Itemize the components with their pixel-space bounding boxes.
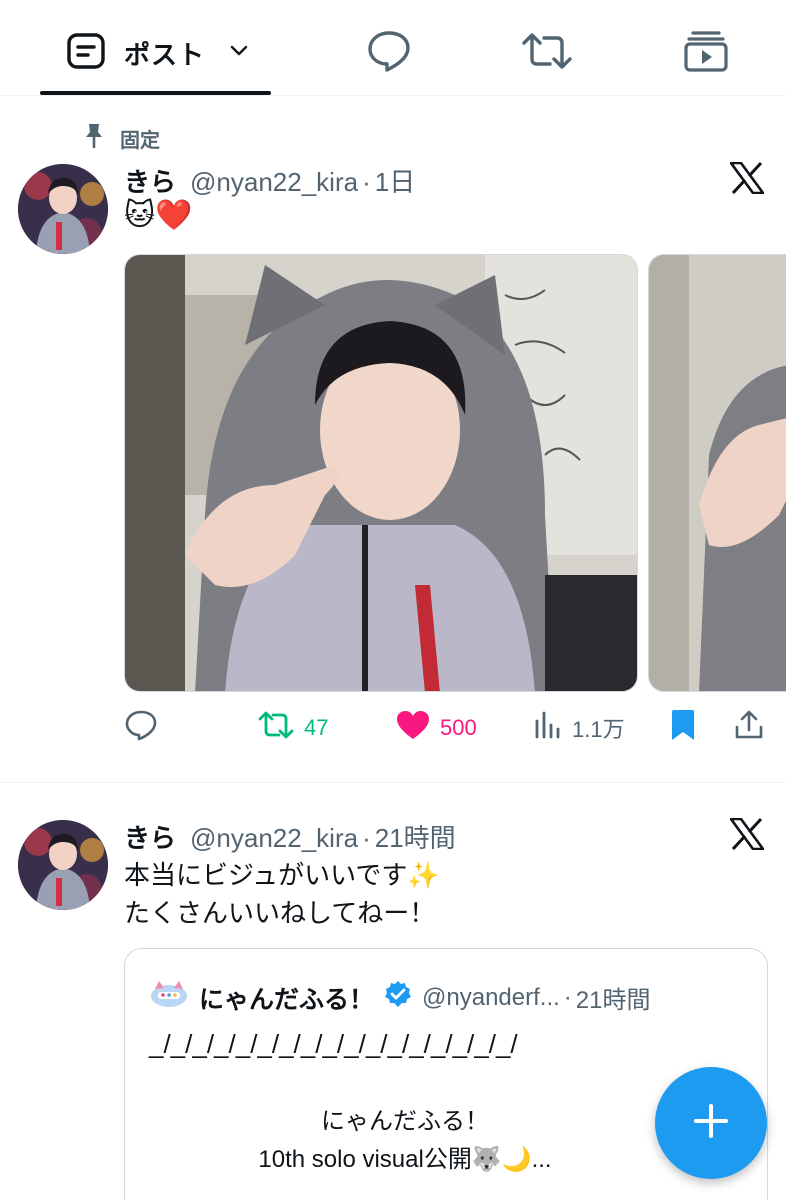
profile-tab-bar: ポスト (0, 0, 786, 96)
active-tab-indicator (40, 91, 271, 95)
avatar[interactable] (18, 820, 108, 910)
quoted-author-handle[interactable]: @nyanderf... (422, 984, 560, 1012)
post-time[interactable]: 1日 (375, 162, 415, 199)
tab-reposts[interactable] (522, 28, 572, 78)
tab-posts[interactable]: ポスト (66, 28, 249, 78)
media-carousel[interactable] (124, 254, 786, 692)
bookmark-icon (670, 709, 696, 747)
author-name[interactable]: きら (124, 818, 176, 855)
bookmark-button[interactable] (670, 708, 696, 748)
views-count: 1.1万 (572, 717, 625, 742)
post-divider (0, 782, 786, 783)
separator-dot: · (362, 823, 371, 853)
post-actions: 47 500 1.1万 (124, 708, 764, 748)
like-count: 500 (440, 715, 477, 740)
post-text: 本当にビジュがいいです✨ たくさんいいねしてねー！ (124, 856, 440, 932)
pinned-label: 固定 (120, 129, 160, 152)
reply-button[interactable] (124, 708, 168, 748)
quoted-text-body: にゃんだふる！ 10th solo visual公開🐺🌙... (125, 1103, 685, 1179)
repost-icon (258, 710, 294, 746)
plus-icon (691, 1101, 731, 1146)
quoted-post-header: にゃんだふる！ @nyanderf... · 21時間 (149, 979, 650, 1016)
quoted-text-line: 10th solo visual公開🐺🌙... (258, 1146, 552, 1173)
quoted-author-name[interactable]: にゃんだふる！ (199, 980, 374, 1016)
tab-media[interactable] (684, 28, 728, 78)
quoted-text-line: にゃんだふる！ (321, 1108, 489, 1135)
share-icon (734, 710, 764, 746)
author-handle[interactable]: @nyan22_kira (190, 167, 358, 198)
views-button[interactable]: 1.1万 (534, 708, 625, 748)
like-button[interactable]: 500 (396, 708, 477, 748)
quoted-avatar[interactable] (149, 979, 189, 1016)
pinned-indicator: 固定 (82, 122, 160, 154)
post-text: 🐱❤️ (124, 199, 193, 232)
tab-posts-label: ポスト (124, 39, 206, 70)
repost-icon (522, 31, 572, 76)
post-header: きら @nyan22_kira · 21時間 (124, 818, 456, 855)
views-icon (534, 711, 562, 745)
reply-icon (366, 29, 412, 78)
post-text-line: 本当にビジュがいいです✨ (124, 860, 440, 890)
timeline-icon (66, 31, 106, 76)
post-header: きら @nyan22_kira · 1日 (124, 162, 415, 199)
post-time[interactable]: 21時間 (375, 818, 456, 855)
repost-count: 47 (304, 715, 329, 740)
post-photo[interactable] (124, 254, 638, 692)
author-handle[interactable]: @nyan22_kira (190, 823, 358, 854)
quoted-post-time[interactable]: 21時間 (576, 980, 651, 1015)
x-logo-icon (729, 161, 765, 199)
pin-icon (82, 122, 106, 154)
avatar[interactable] (18, 164, 108, 254)
separator-dot: · (362, 167, 371, 197)
share-button[interactable] (734, 708, 764, 748)
author-name[interactable]: きら (124, 162, 176, 199)
separator-dot: · (563, 983, 572, 1011)
x-logo-icon (729, 817, 765, 855)
tab-replies[interactable] (366, 28, 412, 78)
verified-icon (384, 980, 412, 1015)
chevron-down-icon[interactable] (229, 44, 249, 63)
reply-icon (124, 709, 158, 747)
heart-icon (396, 710, 430, 746)
quoted-text-line: _/_/_/_/_/_/_/_/_/_/_/_/_/_/_/_/_/ (149, 1029, 518, 1059)
compose-button[interactable] (655, 1067, 767, 1179)
post-photo-next[interactable] (648, 254, 786, 692)
media-icon (684, 30, 728, 77)
repost-button[interactable]: 47 (258, 708, 328, 748)
post-text-line: たくさんいいねしてねー！ (124, 898, 436, 928)
